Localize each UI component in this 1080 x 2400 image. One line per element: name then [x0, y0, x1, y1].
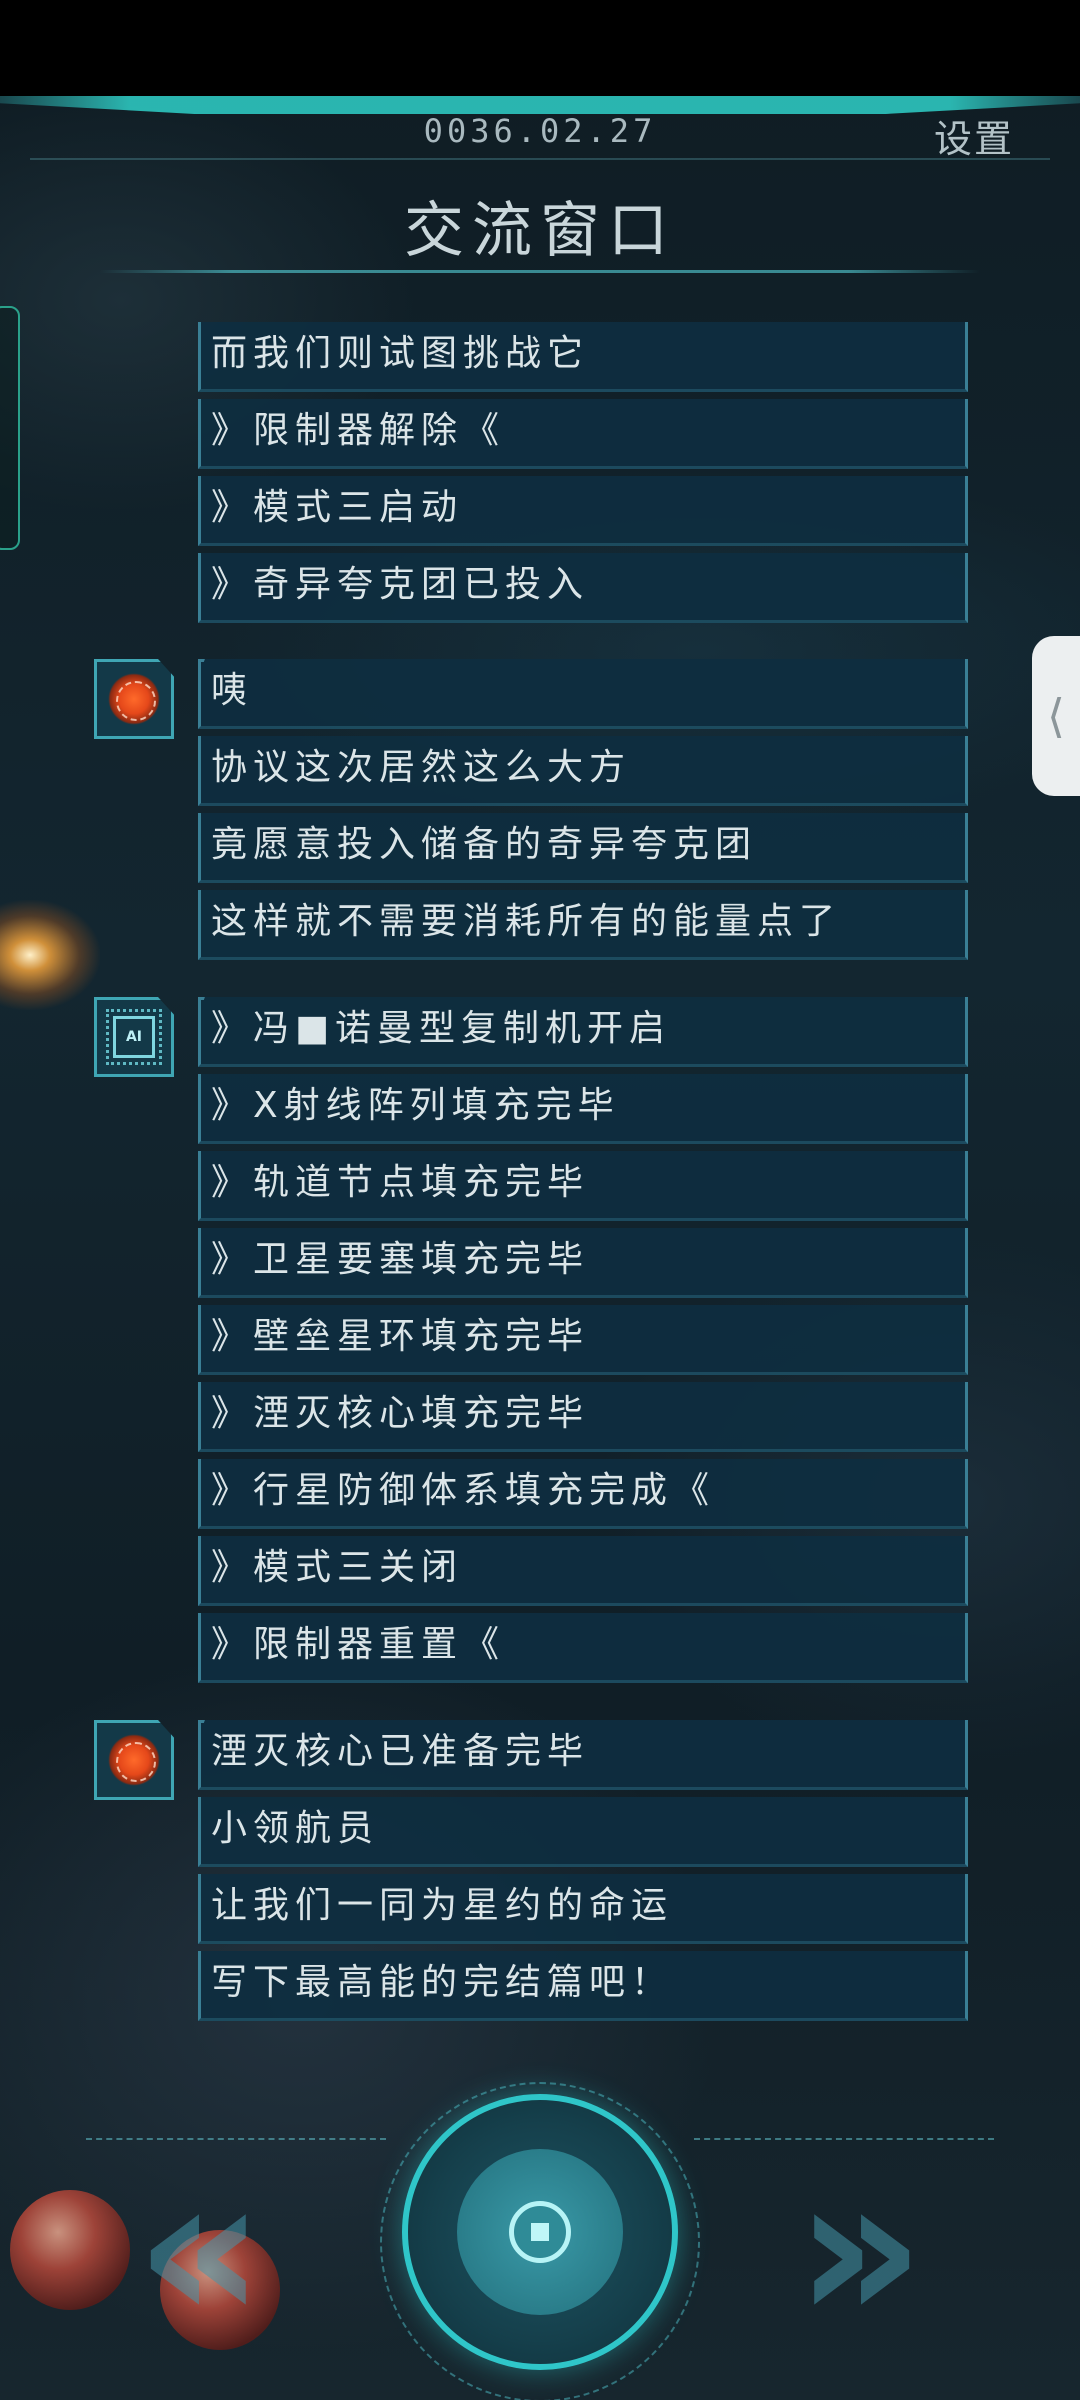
chat-message-line: 》限制器解除《: [198, 399, 968, 469]
engine-glow: [0, 900, 100, 1010]
chat-message-line: 》湮灭核心填充完毕: [198, 1382, 968, 1452]
chat-message-line: 》壁垒星环填充完毕: [198, 1305, 968, 1375]
left-edge-tab: [0, 306, 20, 550]
chat-message-line: 》模式三启动: [198, 476, 968, 546]
status-bar: [0, 0, 1080, 96]
chat-message-line: 协议这次居然这么大方: [198, 736, 968, 806]
chat-message-line: 湮灭核心已准备完毕: [198, 1720, 968, 1790]
center-button-inner: [457, 2149, 623, 2315]
next-button[interactable]: »: [750, 2150, 970, 2350]
chat-message-line: 小领航员: [198, 1797, 968, 1867]
chevron-left-icon: ⟨: [1047, 689, 1065, 743]
header-divider: [30, 158, 1050, 160]
chat-screen: 0036.02.27 设置 交流窗口 ⟨ 而我们则试图挑战它 》限制器解除《 》模式…: [0, 0, 1080, 2400]
previous-button[interactable]: «: [90, 2150, 310, 2350]
chat-message-line: 》X射线阵列填充完毕: [198, 1074, 968, 1144]
action-button-icon: [509, 2201, 571, 2263]
chat-message-line: 竟愿意投入储备的奇异夸克团: [198, 813, 968, 883]
chat-message-line: 》限制器重置《: [198, 1613, 968, 1683]
speaker-avatar: AI: [94, 997, 174, 1077]
center-action-button[interactable]: [402, 2094, 678, 2370]
settings-button[interactable]: 设置: [934, 108, 1014, 163]
ai-chip-avatar-icon: AI: [106, 1009, 162, 1065]
brain-avatar-icon: [108, 1734, 160, 1786]
date-label: 0036.02.27: [423, 112, 657, 150]
title-divider: [100, 270, 980, 273]
chat-message-line: 》轨道节点填充完毕: [198, 1151, 968, 1221]
brain-avatar-icon: [108, 673, 160, 725]
chat-message-line: 》卫星要塞填充完毕: [198, 1228, 968, 1298]
chat-message-line: 》行星防御体系填充完成《: [198, 1459, 968, 1529]
chat-message-line: 写下最高能的完结篇吧！: [198, 1951, 968, 2021]
chat-message-line: 》冯■诺曼型复制机开启: [198, 997, 968, 1067]
page-title: 交流窗口: [404, 196, 676, 266]
double-chevron-right-icon: »: [795, 2133, 925, 2366]
side-drawer-handle[interactable]: ⟨: [1032, 636, 1080, 796]
chat-message-line: 》奇异夸克团已投入: [198, 553, 968, 623]
double-chevron-left-icon: «: [135, 2133, 265, 2366]
chat-message-line: 这样就不需要消耗所有的能量点了: [198, 890, 968, 960]
speaker-avatar: [94, 1720, 174, 1800]
chat-message-line: 》模式三关闭: [198, 1536, 968, 1606]
chat-message-line: 咦: [198, 659, 968, 729]
chat-message-line: 让我们一同为星约的命运: [198, 1874, 968, 1944]
speaker-avatar: [94, 659, 174, 739]
chat-message-line: 而我们则试图挑战它: [198, 322, 968, 392]
